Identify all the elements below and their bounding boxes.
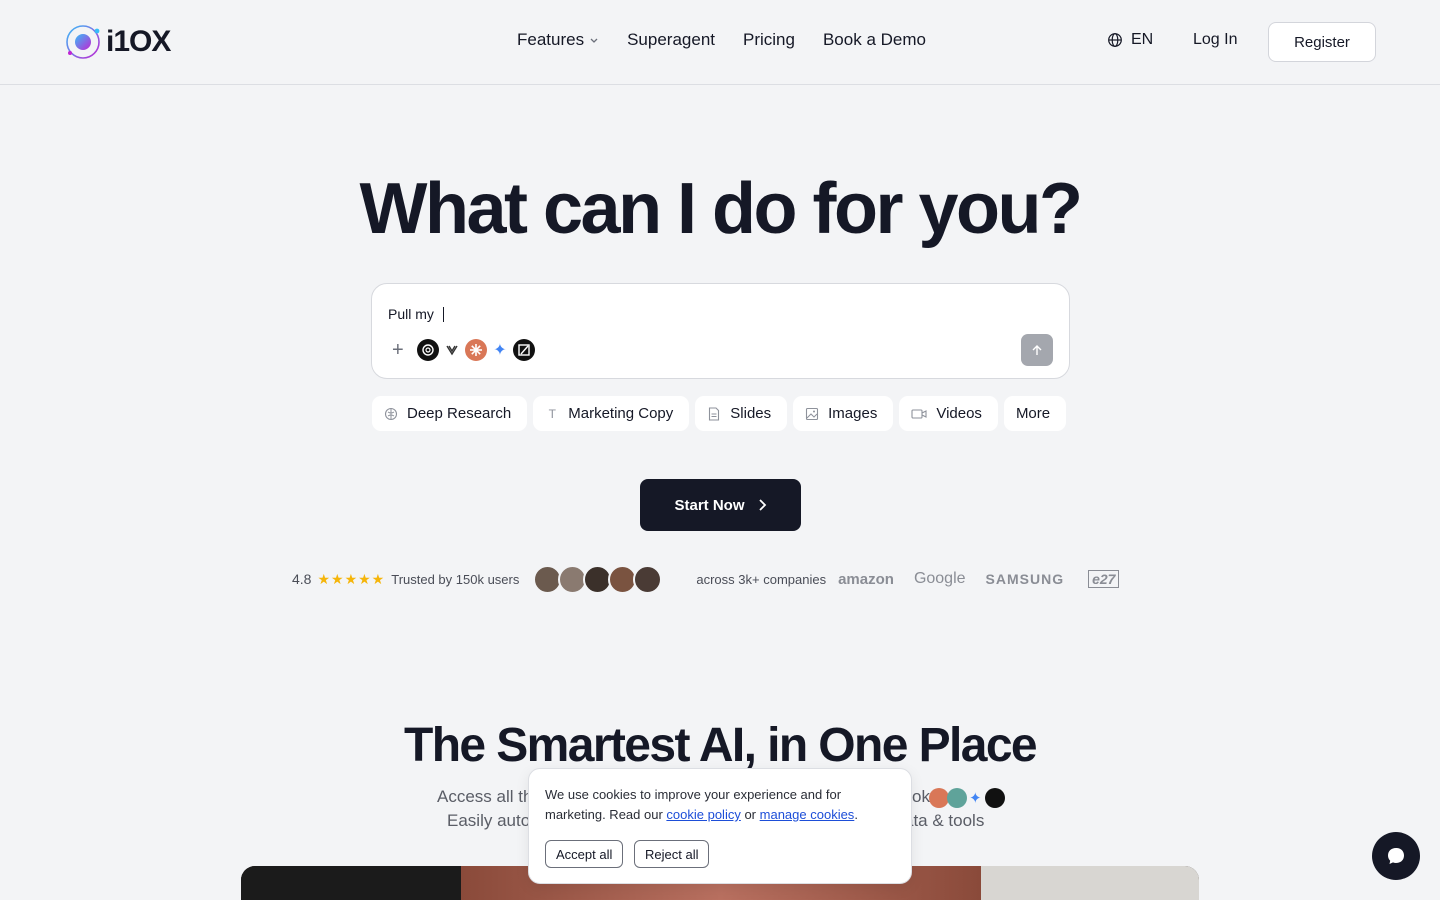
cookie-banner: We use cookies to improve your experienc…	[528, 768, 912, 884]
chip-label: More	[1015, 405, 1051, 422]
nav-book-demo[interactable]: Book a Demo	[823, 30, 926, 50]
reject-all-button[interactable]: Reject all	[634, 840, 710, 868]
subtitle-part: Access all th	[437, 787, 533, 806]
prompt-text[interactable]: Pull my	[388, 306, 444, 322]
claude-icon	[465, 339, 487, 361]
grok-icon	[513, 339, 535, 361]
globe-icon	[1108, 33, 1122, 47]
user-avatars	[533, 564, 663, 594]
samsung-logo: SAMSUNG	[985, 571, 1065, 587]
media-panel	[981, 866, 1199, 900]
language-selector[interactable]: EN	[1107, 31, 1153, 49]
document-icon	[707, 406, 721, 421]
cookie-text: .	[854, 807, 858, 822]
avatar	[633, 564, 663, 594]
manage-cookies-link[interactable]: manage cookies	[760, 807, 855, 822]
cookie-policy-link[interactable]: cookie policy	[666, 807, 740, 822]
cookie-text: or	[740, 807, 760, 822]
task-chips: Deep Research T Marketing Copy Slides Im…	[372, 396, 1067, 431]
chip-label: Images	[828, 405, 878, 422]
brain-icon	[384, 407, 398, 421]
e27-logo: e27	[1088, 570, 1120, 588]
gemini-icon: ✦	[493, 342, 507, 359]
chat-bubble-icon	[1388, 848, 1404, 864]
trusted-text: Trusted by 150k users	[391, 571, 520, 587]
hero-title: What can I do for you?	[359, 169, 1083, 249]
image-icon	[805, 407, 819, 421]
claude-icon	[929, 788, 949, 808]
cookie-message: We use cookies to improve your experienc…	[545, 785, 885, 825]
nav-superagent[interactable]: Superagent	[627, 30, 715, 50]
chip-videos[interactable]: Videos	[899, 396, 998, 431]
amazon-logo: amazon	[838, 570, 894, 588]
chip-label: Slides	[730, 405, 772, 422]
logo-text: i1OX	[106, 25, 171, 58]
arrow-up-icon	[1032, 345, 1042, 355]
gemini-icon: ✦	[969, 790, 982, 807]
chip-more[interactable]: More	[1003, 396, 1067, 431]
nav-features[interactable]: Features	[517, 30, 599, 50]
chip-images[interactable]: Images	[793, 396, 894, 431]
prompt-value: Pull my	[388, 306, 438, 322]
accept-all-button[interactable]: Accept all	[545, 840, 624, 868]
media-panel	[241, 866, 461, 900]
openrouter-icon	[441, 339, 463, 361]
model-selector[interactable]: ✦	[417, 339, 535, 361]
rating-value: 4.8	[292, 571, 312, 587]
perplexity-icon	[947, 788, 967, 808]
video-icon	[911, 407, 927, 421]
subtitle-part: Easily auto	[447, 811, 531, 830]
login-link[interactable]: Log In	[1193, 31, 1237, 49]
chevron-down-icon	[590, 38, 598, 43]
model-logos: ✦	[929, 788, 1005, 808]
star-rating-icon: ★★★★★	[317, 570, 386, 587]
language-label: EN	[1131, 31, 1154, 48]
openai-icon	[417, 339, 439, 361]
chip-marketing-copy[interactable]: T Marketing Copy	[533, 396, 690, 431]
chip-label: Deep Research	[407, 405, 512, 422]
logo-icon	[66, 25, 100, 59]
start-now-button[interactable]: Start Now	[640, 479, 801, 531]
text-icon: T	[548, 406, 556, 421]
send-button[interactable]	[1021, 334, 1053, 366]
prompt-input[interactable]: Pull my + ✦	[371, 283, 1070, 379]
trust-bar: 4.8 ★★★★★ Trusted by 150k users across 3…	[292, 564, 1120, 594]
chip-slides[interactable]: Slides	[695, 396, 788, 431]
section-title: The Smartest AI, in One Place	[403, 719, 1038, 772]
chip-label: Videos	[936, 405, 982, 422]
chat-widget-button[interactable]	[1372, 832, 1420, 880]
plus-icon[interactable]: +	[392, 340, 404, 360]
chip-label: Marketing Copy	[568, 405, 674, 422]
start-now-label: Start Now	[674, 496, 745, 514]
subtitle-part: ok	[912, 787, 930, 806]
companies-text: across 3k+ companies	[696, 571, 827, 587]
chip-deep-research[interactable]: Deep Research	[372, 396, 528, 431]
main-nav: Features Superagent Pricing Book a Demo	[517, 30, 926, 50]
text-caret	[442, 307, 444, 322]
google-logo: Google	[913, 570, 966, 587]
nav-pricing[interactable]: Pricing	[743, 30, 795, 50]
subtitle-part: ata & tools	[904, 811, 985, 830]
chevron-right-icon	[758, 499, 766, 511]
grok-icon	[984, 788, 1005, 808]
site-header: i1OX Features Superagent Pricing Book a …	[0, 0, 1440, 85]
nav-features-label: Features	[517, 30, 585, 49]
register-button[interactable]: Register	[1268, 22, 1376, 62]
logo[interactable]: i1OX	[64, 23, 171, 61]
